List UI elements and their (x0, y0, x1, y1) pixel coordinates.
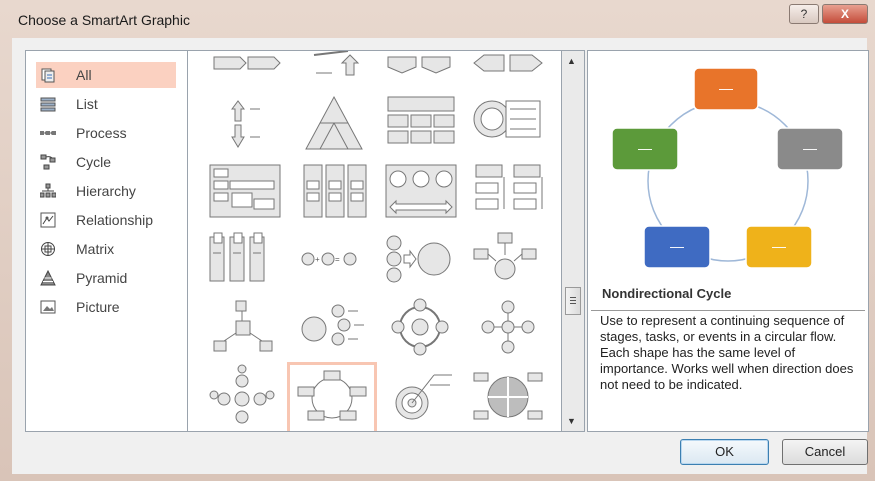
cancel-button[interactable]: Cancel (782, 439, 868, 465)
preview-shape-label: — (670, 238, 684, 254)
cycle-icon (40, 154, 56, 170)
category-list-item[interactable]: List (36, 91, 176, 117)
svg-text:+: + (315, 255, 320, 264)
layout-thumbnail[interactable] (470, 363, 550, 429)
pyramid-icon (40, 270, 56, 286)
gallery-scrollbar[interactable]: ▲ ▼ (561, 50, 585, 432)
category-list: All List Process Cycle Hierarchy Relatio… (25, 50, 188, 432)
preview-shape-label: — (772, 238, 786, 254)
category-all[interactable]: All (36, 62, 176, 88)
all-layouts-icon (41, 68, 55, 83)
layout-thumbnail[interactable] (298, 50, 378, 77)
preview-shape-label: — (719, 80, 733, 96)
layout-thumbnail[interactable] (206, 159, 286, 225)
ok-button[interactable]: OK (680, 439, 769, 465)
layout-thumbnail[interactable] (298, 159, 378, 225)
matrix-icon (41, 242, 55, 256)
process-icon (40, 131, 56, 135)
layout-thumbnail[interactable] (470, 295, 550, 361)
category-pyramid[interactable]: Pyramid (36, 265, 176, 291)
category-matrix[interactable]: Matrix (36, 236, 176, 262)
category-picture[interactable]: Picture (36, 294, 176, 320)
category-label: Hierarchy (76, 183, 136, 199)
layout-thumbnail[interactable] (382, 295, 462, 361)
hierarchy-icon (40, 183, 56, 198)
preview-shape-label: — (803, 140, 817, 156)
category-hierarchy[interactable]: Hierarchy (36, 178, 176, 204)
layout-thumbnail[interactable] (382, 91, 462, 157)
title-bar: Choose a SmartArt Graphic ? X (0, 0, 875, 38)
layout-thumbnail[interactable] (470, 159, 550, 225)
layout-thumbnail[interactable] (470, 91, 550, 157)
picture-icon (40, 300, 56, 314)
list-icon (40, 97, 56, 112)
layout-thumbnail[interactable] (206, 363, 286, 429)
layout-thumbnail[interactable] (298, 295, 378, 361)
close-button[interactable]: X (822, 4, 868, 24)
category-label: Relationship (76, 212, 154, 228)
scroll-up-arrow-icon[interactable]: ▲ (567, 56, 576, 66)
grip-line (570, 303, 576, 304)
category-cycle[interactable]: Cycle (36, 149, 176, 175)
scroll-down-arrow-icon[interactable]: ▼ (567, 416, 576, 426)
scroll-thumb[interactable] (565, 287, 581, 315)
preview-description: Use to represent a continuing sequence o… (600, 313, 854, 392)
category-relationship[interactable]: Relationship (36, 207, 176, 233)
layout-thumbnail[interactable] (382, 227, 462, 293)
preview-title: Nondirectional Cycle (602, 286, 732, 301)
layout-thumbnail[interactable] (470, 227, 550, 293)
layout-thumbnail[interactable] (206, 91, 286, 157)
category-label: All (76, 67, 92, 83)
svg-text:=: = (335, 255, 340, 264)
layout-thumbnail[interactable] (298, 91, 378, 157)
grip-line (570, 297, 576, 298)
category-label: Picture (76, 299, 120, 315)
layout-thumbnail[interactable]: + = (298, 227, 378, 293)
layout-thumbnail[interactable] (206, 227, 286, 293)
grip-line (570, 300, 576, 301)
category-label: List (76, 96, 98, 112)
layout-thumbnail[interactable] (470, 50, 550, 77)
preview-pane: — — — — — Nondirectional Cycle Use to re… (587, 50, 869, 432)
smartart-dialog: Choose a SmartArt Graphic ? X All List P… (0, 0, 875, 481)
relationship-icon (40, 212, 56, 228)
category-label: Process (76, 125, 127, 141)
preview-shape-label: — (638, 140, 652, 156)
category-process[interactable]: Process (36, 120, 176, 146)
layout-thumbnail-nondirectional-cycle[interactable] (287, 362, 377, 431)
preview-diagram: — — — — — (611, 67, 844, 269)
layout-gallery: + = (188, 50, 561, 432)
layout-thumbnail[interactable] (382, 159, 462, 225)
preview-divider (591, 310, 865, 311)
help-button[interactable]: ? (789, 4, 819, 24)
layout-thumbnail[interactable] (382, 50, 462, 77)
category-label: Cycle (76, 154, 112, 170)
layout-thumbnail[interactable] (206, 50, 286, 77)
category-label: Pyramid (76, 270, 128, 286)
layout-thumbnail[interactable] (206, 295, 286, 361)
dialog-title: Choose a SmartArt Graphic (18, 12, 190, 28)
layout-thumbnail[interactable] (382, 363, 462, 429)
category-label: Matrix (76, 241, 115, 257)
